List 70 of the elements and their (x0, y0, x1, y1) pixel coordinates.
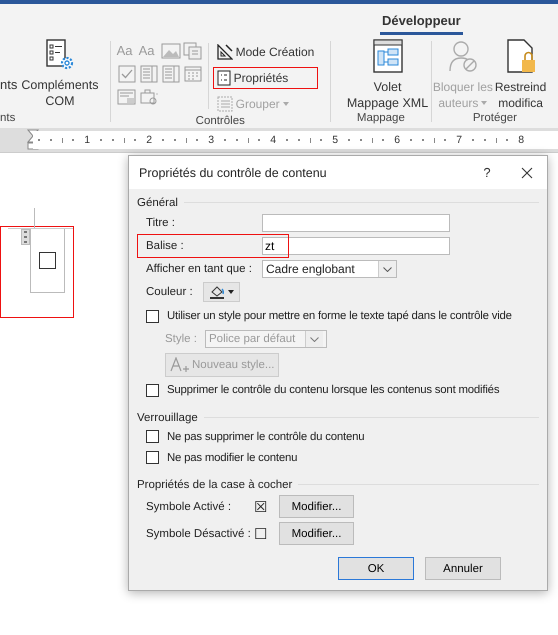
cancel-button[interactable]: Annuler (425, 557, 501, 580)
checkbox[interactable] (146, 310, 159, 322)
modify-button[interactable]: Modifier... (279, 495, 354, 518)
modify-button[interactable]: Modifier... (279, 522, 354, 545)
document-lock-icon (506, 39, 536, 73)
checkbox[interactable] (146, 451, 159, 464)
chevron-down-icon (383, 266, 392, 272)
group-icon (216, 96, 233, 112)
section-heading: Verrouillage (137, 412, 198, 424)
ok-button[interactable]: OK (338, 557, 414, 580)
section-heading: Propriétés de la case à cocher (137, 478, 292, 490)
checkbox-label: Supprimer le contrôle du contenu lorsque les contenus sont modifiés (167, 384, 500, 396)
restrict-editing-button[interactable]: Restreind modifica (494, 39, 548, 111)
pane-tree-icon (372, 39, 403, 73)
caret-icon (282, 102, 289, 106)
ruler-number: 1 (84, 134, 90, 146)
ribbon-button-label[interactable]: nts (0, 77, 18, 92)
calendar-icon[interactable] (182, 65, 203, 83)
chevron-down-icon (310, 336, 319, 342)
toolbox-icon[interactable] (138, 88, 159, 106)
title-field[interactable] (262, 214, 450, 232)
xml-mapping-button[interactable]: Volet Mappage XML (342, 39, 432, 111)
drag-handle-icon[interactable] (21, 229, 30, 245)
field-label: Couleur : (146, 286, 194, 298)
ruler-number: 6 (394, 134, 400, 146)
group-label: nts (0, 112, 16, 124)
picture-control-icon[interactable] (160, 42, 181, 60)
ruler-number: 2 (146, 134, 152, 146)
indent-marker-icon[interactable] (27, 129, 39, 151)
com-addins-button[interactable]: Compléments COM (17, 39, 102, 109)
ruler-number: 8 (518, 134, 524, 146)
tag-field[interactable]: zt (262, 237, 450, 255)
help-button[interactable]: ? (467, 158, 507, 188)
section-heading: Général (137, 196, 178, 208)
caret-icon (481, 101, 488, 105)
group-label: Mappage (356, 112, 406, 124)
color-picker-button[interactable] (203, 282, 240, 302)
design-button[interactable]: Mode Création (212, 41, 318, 63)
symbol-preview: ☒ (254, 498, 268, 516)
ribbon-tab[interactable]: Développeur (380, 13, 463, 35)
group-label: Protéger (472, 112, 518, 124)
checkbox[interactable] (146, 430, 159, 443)
symbol-label: Symbole Activé : (146, 500, 232, 512)
symbol-label: Symbole Désactivé : (146, 528, 252, 540)
field-label: Balise : (146, 240, 185, 252)
properties-button[interactable]: Propriétés (212, 67, 318, 89)
checkbox[interactable] (146, 384, 159, 396)
field-label: Style : (165, 333, 198, 345)
dialog-title: Propriétés du contrôle de contenu (139, 166, 328, 180)
ruler-number: 7 (456, 134, 462, 146)
ruler-number: 5 (332, 134, 338, 146)
ruler-triangle-icon (216, 44, 233, 60)
list-gear-icon (44, 39, 75, 71)
field-label: Titre : (146, 217, 176, 229)
checkbox-label: Ne pas modifier le contenu (167, 452, 298, 464)
field-label: Afficher en tant que : (146, 263, 253, 275)
properties-icon (216, 70, 231, 86)
ruler-number: 4 (270, 134, 276, 146)
symbol-preview: ☐ (254, 524, 268, 542)
group-label: Contrôles (194, 115, 246, 127)
checkbox-label: Ne pas supprimer le contrôle du contenu (167, 430, 364, 442)
show-as-dropdown[interactable]: Cadre englobant (262, 260, 397, 278)
close-icon (521, 166, 533, 178)
ruler-number: 3 (208, 134, 214, 146)
checkbox-label: Utiliser un style pour mettre en forme le texte tapé dans le contrôle vide (167, 310, 512, 322)
checkbox[interactable] (39, 252, 56, 269)
new-style-icon (170, 357, 190, 373)
person-blocked-icon (448, 39, 478, 73)
checkbox-control-icon[interactable] (116, 65, 137, 83)
paint-bucket-icon (208, 285, 234, 299)
